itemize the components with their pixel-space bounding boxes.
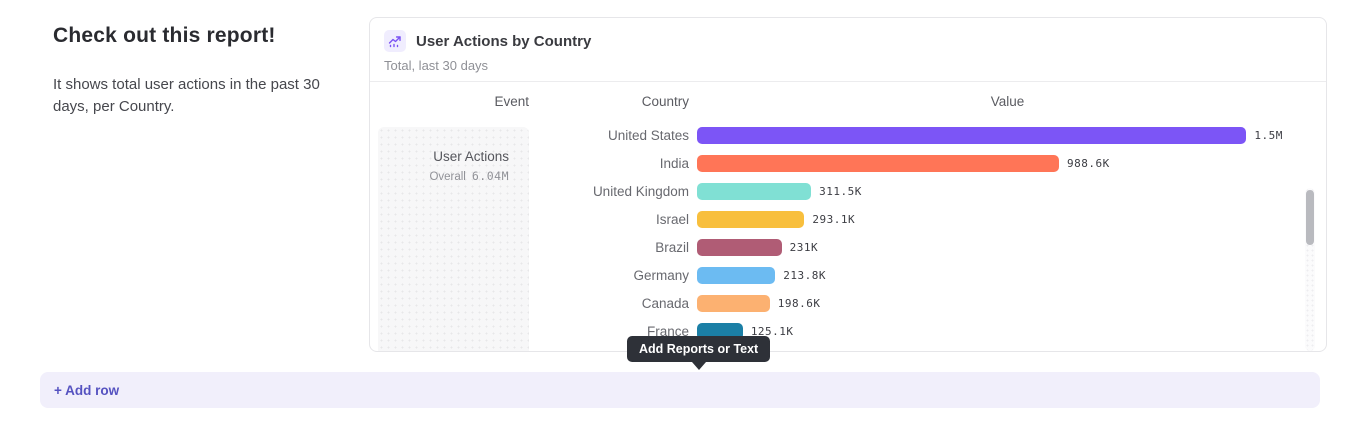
event-panel[interactable]: User Actions Overall 6.04M	[378, 127, 529, 352]
bar-row: Canada 198.6K	[529, 289, 1304, 317]
bar[interactable]	[697, 183, 811, 200]
chart-scrollbar-thumb[interactable]	[1306, 190, 1314, 245]
event-overall-value: 6.04M	[472, 169, 509, 183]
country-label: Israel	[529, 212, 689, 227]
country-label: Brazil	[529, 240, 689, 255]
bar-zone: 293.1K	[689, 211, 1304, 228]
bar-value: 213.8K	[783, 269, 826, 282]
country-label: Germany	[529, 268, 689, 283]
line-chart-icon	[384, 30, 406, 52]
bar-value: 988.6K	[1067, 157, 1110, 170]
column-header-value: Value	[689, 94, 1326, 109]
column-header-event: Event	[370, 94, 529, 109]
country-label: United Kingdom	[529, 184, 689, 199]
bar-rows: United States 1.5M India 988.6K United Kingd…	[529, 121, 1304, 345]
report-card-header: User Actions by Country Total, last 30 d…	[370, 18, 1326, 82]
add-reports-tooltip: Add Reports or Text	[627, 336, 770, 362]
bar-row: Germany 213.8K	[529, 261, 1304, 289]
bar-zone: 213.8K	[689, 267, 1304, 284]
bar-value: 198.6K	[778, 297, 821, 310]
report-card[interactable]: User Actions by Country Total, last 30 d…	[369, 17, 1327, 352]
bar-value: 293.1K	[812, 213, 855, 226]
bar-zone: 125.1K	[689, 323, 1304, 340]
bar[interactable]	[697, 127, 1246, 144]
chart-body: User Actions Overall 6.04M United States 1…	[370, 121, 1326, 352]
bar-value: 311.5K	[819, 185, 862, 198]
bar-zone: 988.6K	[689, 155, 1304, 172]
bar-row: India 988.6K	[529, 149, 1304, 177]
bar-row: United States 1.5M	[529, 121, 1304, 149]
event-overall-label: Overall	[429, 171, 465, 183]
text-widget-title: Check out this report!	[53, 24, 323, 48]
bar-row: Brazil 231K	[529, 233, 1304, 261]
chart-column-headers: Event Country Value	[370, 82, 1326, 121]
column-header-country: Country	[529, 94, 689, 109]
bar-zone: 198.6K	[689, 295, 1304, 312]
report-subtitle: Total, last 30 days	[384, 58, 1312, 73]
text-widget[interactable]: Check out this report! It shows total us…	[53, 24, 323, 118]
event-name: User Actions	[378, 149, 509, 164]
chart-scrollbar[interactable]	[1305, 188, 1315, 351]
country-label: India	[529, 156, 689, 171]
event-overall: Overall 6.04M	[378, 169, 509, 183]
bar[interactable]	[697, 239, 782, 256]
country-label: Canada	[529, 296, 689, 311]
bar-zone: 231K	[689, 239, 1304, 256]
bar-row: Israel 293.1K	[529, 205, 1304, 233]
report-title: User Actions by Country	[416, 33, 591, 50]
bar[interactable]	[697, 295, 770, 312]
add-row-button[interactable]: + Add row	[40, 372, 1320, 408]
bar-row: United Kingdom 311.5K	[529, 177, 1304, 205]
country-label: United States	[529, 128, 689, 143]
bar-value: 1.5M	[1254, 129, 1283, 142]
bar-value: 231K	[790, 241, 819, 254]
add-reports-tooltip-label: Add Reports or Text	[639, 342, 758, 356]
text-widget-body: It shows total user actions in the past …	[53, 74, 323, 118]
tooltip-arrow	[692, 362, 706, 370]
bar[interactable]	[697, 211, 804, 228]
bar[interactable]	[697, 155, 1059, 172]
bar-zone: 1.5M	[689, 127, 1304, 144]
bar[interactable]	[697, 267, 775, 284]
bar-zone: 311.5K	[689, 183, 1304, 200]
